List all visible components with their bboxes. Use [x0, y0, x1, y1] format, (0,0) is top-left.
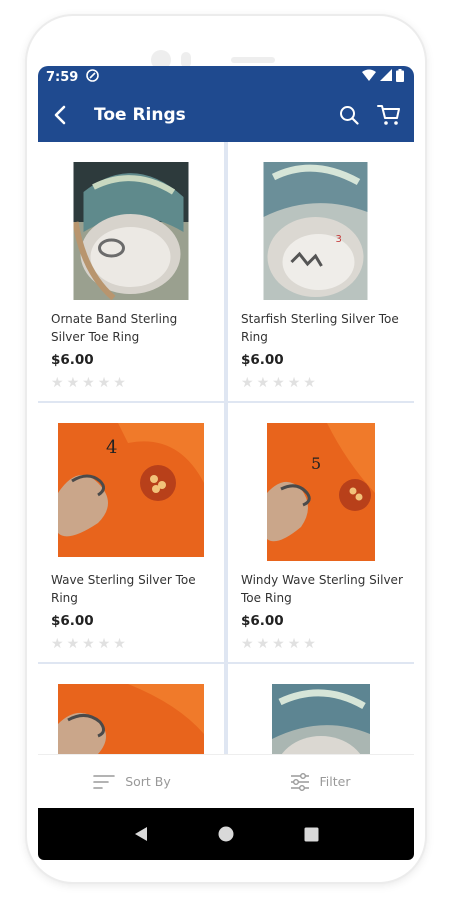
- product-card[interactable]: 4 Wave Sterling Silver Toe Ring $6.00 ★ ★…: [38, 403, 224, 662]
- star-icon: ★: [113, 375, 126, 391]
- star-icon: ★: [82, 636, 95, 652]
- product-name[interactable]: Ornate Band Sterling Silver Toe Ring: [51, 310, 214, 346]
- rating-stars: ★ ★ ★ ★ ★: [241, 637, 316, 651]
- sort-button[interactable]: Sort By: [38, 774, 226, 790]
- sort-label: Sort By: [125, 774, 171, 789]
- star-icon: ★: [66, 636, 80, 652]
- earpiece-speaker: [231, 57, 275, 63]
- star-icon: ★: [97, 636, 111, 652]
- product-price: $6.00: [241, 613, 284, 629]
- signal-icon: [380, 69, 392, 85]
- star-icon: ★: [66, 375, 80, 391]
- product-name[interactable]: Starfish Sterling Silver Toe Ring: [241, 310, 404, 346]
- product-image[interactable]: [73, 162, 189, 300]
- product-card[interactable]: 3 Starfish Sterling Silver Toe Ring $6.0…: [228, 142, 414, 401]
- filter-button[interactable]: Filter: [226, 772, 414, 791]
- star-icon: ★: [303, 375, 316, 391]
- triangle-back-icon: [134, 827, 147, 841]
- star-icon: ★: [97, 375, 111, 391]
- product-image[interactable]: 5: [267, 423, 375, 561]
- star-icon: ★: [51, 375, 64, 391]
- rating-stars: ★ ★ ★ ★ ★: [51, 376, 126, 390]
- page-title: Toe Rings: [94, 105, 186, 125]
- star-icon: ★: [303, 636, 316, 652]
- rating-stars: ★ ★ ★ ★ ★: [51, 637, 126, 651]
- nav-home-button[interactable]: [211, 819, 241, 849]
- status-bar: 7:59: [38, 66, 414, 88]
- app-screen: 7:59 Toe Rings Ornate Band Sterling Silv…: [38, 66, 414, 860]
- cart-icon: [377, 105, 400, 125]
- product-image[interactable]: 4: [58, 423, 204, 557]
- rating-stars: ★ ★ ★ ★ ★: [241, 376, 316, 390]
- product-price: $6.00: [51, 613, 94, 629]
- circle-home-icon: [218, 826, 234, 842]
- product-name[interactable]: Wave Sterling Silver Toe Ring: [51, 571, 214, 607]
- nav-back-button[interactable]: [126, 819, 156, 849]
- svg-text:4: 4: [106, 437, 117, 458]
- product-image[interactable]: [272, 684, 370, 754]
- star-icon: ★: [82, 375, 95, 391]
- star-icon: ★: [51, 636, 64, 652]
- star-icon: ★: [241, 375, 254, 391]
- app-notification-icon: [86, 68, 100, 86]
- square-recents-icon: [304, 827, 319, 841]
- back-arrow-icon: [54, 105, 66, 125]
- star-icon: ★: [287, 375, 301, 391]
- star-icon: ★: [113, 636, 126, 652]
- sort-icon: [93, 774, 116, 789]
- product-price: $6.00: [51, 352, 94, 368]
- search-button[interactable]: [336, 102, 362, 128]
- product-image[interactable]: 3: [263, 162, 379, 300]
- product-name[interactable]: Windy Wave Sterling Silver Toe Ring: [241, 571, 404, 607]
- cart-button[interactable]: [376, 102, 402, 128]
- system-nav-bar: [38, 808, 414, 860]
- filter-label: Filter: [319, 774, 351, 789]
- star-icon: ★: [241, 636, 254, 652]
- app-bar: Toe Rings: [38, 88, 414, 142]
- star-icon: ★: [256, 636, 270, 652]
- product-price: $6.00: [241, 352, 284, 368]
- search-icon: [340, 106, 359, 125]
- svg-text:5: 5: [311, 454, 321, 473]
- sort-filter-bar: Sort By Filter: [38, 754, 414, 808]
- svg-text:3: 3: [336, 234, 342, 245]
- nav-recents-button[interactable]: [296, 819, 326, 849]
- product-card[interactable]: [228, 664, 414, 754]
- product-card[interactable]: Ornate Band Sterling Silver Toe Ring $6.…: [38, 142, 224, 401]
- star-icon: ★: [272, 375, 285, 391]
- wifi-icon: [362, 69, 376, 85]
- product-card[interactable]: [38, 664, 224, 754]
- status-time: 7:59: [46, 69, 79, 85]
- battery-icon: [396, 68, 404, 86]
- product-card[interactable]: 5 Windy Wave Sterling Silver Toe Ring $6…: [228, 403, 414, 662]
- star-icon: ★: [272, 636, 285, 652]
- product-image[interactable]: [58, 684, 204, 754]
- star-icon: ★: [287, 636, 301, 652]
- star-icon: ★: [256, 375, 270, 391]
- back-button[interactable]: [38, 88, 82, 142]
- filter-icon: [290, 772, 309, 791]
- product-grid: Ornate Band Sterling Silver Toe Ring $6.…: [38, 142, 414, 754]
